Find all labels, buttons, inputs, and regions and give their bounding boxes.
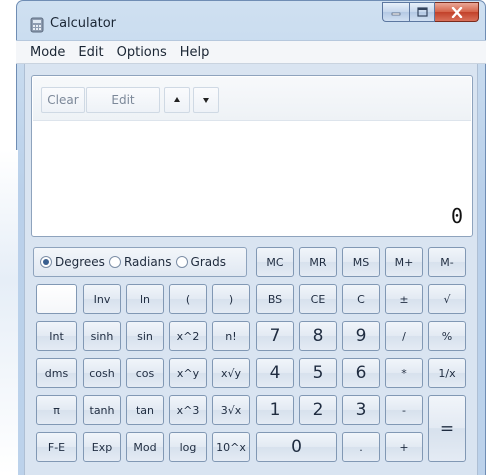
radio-grads-label: Grads bbox=[190, 255, 226, 269]
key-negate[interactable]: ± bbox=[385, 284, 423, 314]
radio-radians-label: Radians bbox=[123, 255, 172, 269]
window-shadow bbox=[0, 150, 18, 475]
radio-radians-indicator[interactable] bbox=[108, 256, 121, 268]
menu-bar: Mode Edit Options Help bbox=[16, 40, 486, 64]
key-ln[interactable]: ln bbox=[126, 284, 164, 314]
key-pi[interactable]: π bbox=[36, 395, 77, 425]
key-equals[interactable]: = bbox=[428, 395, 466, 462]
key-blank[interactable] bbox=[36, 284, 77, 314]
key-cos[interactable]: cos bbox=[126, 358, 164, 388]
key-0[interactable]: 0 bbox=[256, 432, 337, 462]
window-controls bbox=[382, 2, 479, 22]
key-factorial[interactable]: n! bbox=[212, 321, 250, 351]
key-add[interactable]: + bbox=[385, 432, 423, 462]
key-1[interactable]: 1 bbox=[256, 395, 294, 425]
minimize-icon bbox=[391, 12, 401, 16]
key-subtract[interactable]: - bbox=[385, 395, 423, 425]
key-yth-root[interactable]: x√y bbox=[212, 358, 250, 388]
key-7[interactable]: 7 bbox=[256, 321, 294, 351]
key-log[interactable]: log bbox=[169, 432, 207, 462]
calculator-body: Clear Edit 0 Degrees Radians Grads MC MR… bbox=[24, 64, 478, 475]
angle-unit-group: Degrees Radians Grads bbox=[33, 247, 247, 277]
maximize-button[interactable] bbox=[409, 2, 435, 22]
key-ms[interactable]: MS bbox=[342, 247, 380, 277]
key-reciprocal[interactable]: 1/x bbox=[428, 358, 466, 388]
key-sqrt[interactable]: √ bbox=[428, 284, 466, 314]
key-sinh[interactable]: sinh bbox=[83, 321, 121, 351]
key-percent[interactable]: % bbox=[428, 321, 466, 351]
key-mc[interactable]: MC bbox=[256, 247, 294, 277]
menu-edit[interactable]: Edit bbox=[78, 45, 103, 60]
display-panel: Clear Edit 0 bbox=[31, 75, 473, 237]
key-backspace[interactable]: BS bbox=[256, 284, 294, 314]
key-cosh[interactable]: cosh bbox=[83, 358, 121, 388]
key-tan[interactable]: tan bbox=[126, 395, 164, 425]
key-9[interactable]: 9 bbox=[342, 321, 380, 351]
key-x-power-y[interactable]: x^y bbox=[169, 358, 207, 388]
key-close-paren[interactable]: ) bbox=[212, 284, 250, 314]
key-exp[interactable]: Exp bbox=[83, 432, 121, 462]
key-tanh[interactable]: tanh bbox=[83, 395, 121, 425]
radio-grads-indicator[interactable] bbox=[175, 256, 188, 268]
key-mod[interactable]: Mod bbox=[126, 432, 164, 462]
radio-degrees-indicator[interactable] bbox=[40, 256, 52, 268]
minimize-button[interactable] bbox=[382, 2, 409, 22]
key-8[interactable]: 8 bbox=[299, 321, 337, 351]
history-up-button[interactable] bbox=[164, 87, 190, 113]
history-down-button[interactable] bbox=[193, 87, 219, 113]
menu-options[interactable]: Options bbox=[117, 45, 167, 60]
history-clear-button[interactable]: Clear bbox=[41, 87, 85, 113]
calculator-app-icon bbox=[29, 17, 45, 33]
key-x-squared[interactable]: x^2 bbox=[169, 321, 207, 351]
key-4[interactable]: 4 bbox=[256, 358, 294, 388]
history-edit-button[interactable]: Edit bbox=[86, 87, 160, 113]
key-3[interactable]: 3 bbox=[342, 395, 380, 425]
key-2[interactable]: 2 bbox=[299, 395, 337, 425]
arrow-up-icon bbox=[174, 97, 180, 102]
key-m-minus[interactable]: M- bbox=[428, 247, 466, 277]
history-bar: Clear Edit bbox=[33, 77, 471, 121]
menu-help[interactable]: Help bbox=[180, 45, 210, 60]
close-button[interactable] bbox=[435, 2, 479, 22]
radio-degrees[interactable]: Degrees bbox=[40, 255, 105, 269]
key-open-paren[interactable]: ( bbox=[169, 284, 207, 314]
title-bar: Calculator bbox=[17, 1, 485, 41]
close-icon bbox=[451, 6, 462, 18]
key-inv[interactable]: Inv bbox=[83, 284, 121, 314]
key-decimal[interactable]: . bbox=[342, 432, 380, 462]
radio-radians[interactable]: Radians bbox=[108, 255, 172, 269]
key-x-cubed[interactable]: x^3 bbox=[169, 395, 207, 425]
key-multiply[interactable]: * bbox=[385, 358, 423, 388]
key-mr[interactable]: MR bbox=[299, 247, 337, 277]
key-6[interactable]: 6 bbox=[342, 358, 380, 388]
key-cube-root[interactable]: 3√x bbox=[212, 395, 250, 425]
radio-degrees-label: Degrees bbox=[55, 255, 105, 269]
menu-mode[interactable]: Mode bbox=[30, 45, 65, 60]
key-ce[interactable]: CE bbox=[299, 284, 337, 314]
key-m-plus[interactable]: M+ bbox=[385, 247, 423, 277]
display-value: 0 bbox=[450, 204, 463, 228]
arrow-down-icon bbox=[203, 98, 209, 103]
key-5[interactable]: 5 bbox=[299, 358, 337, 388]
window-title: Calculator bbox=[50, 16, 117, 31]
key-ten-power-x[interactable]: 10^x bbox=[212, 432, 250, 462]
key-divide[interactable]: / bbox=[385, 321, 423, 351]
key-dms[interactable]: dms bbox=[36, 358, 77, 388]
key-sin[interactable]: sin bbox=[126, 321, 164, 351]
radio-grads[interactable]: Grads bbox=[175, 255, 226, 269]
key-c[interactable]: C bbox=[342, 284, 380, 314]
maximize-icon bbox=[416, 7, 428, 17]
key-f-e[interactable]: F-E bbox=[36, 432, 77, 462]
key-int[interactable]: Int bbox=[36, 321, 77, 351]
